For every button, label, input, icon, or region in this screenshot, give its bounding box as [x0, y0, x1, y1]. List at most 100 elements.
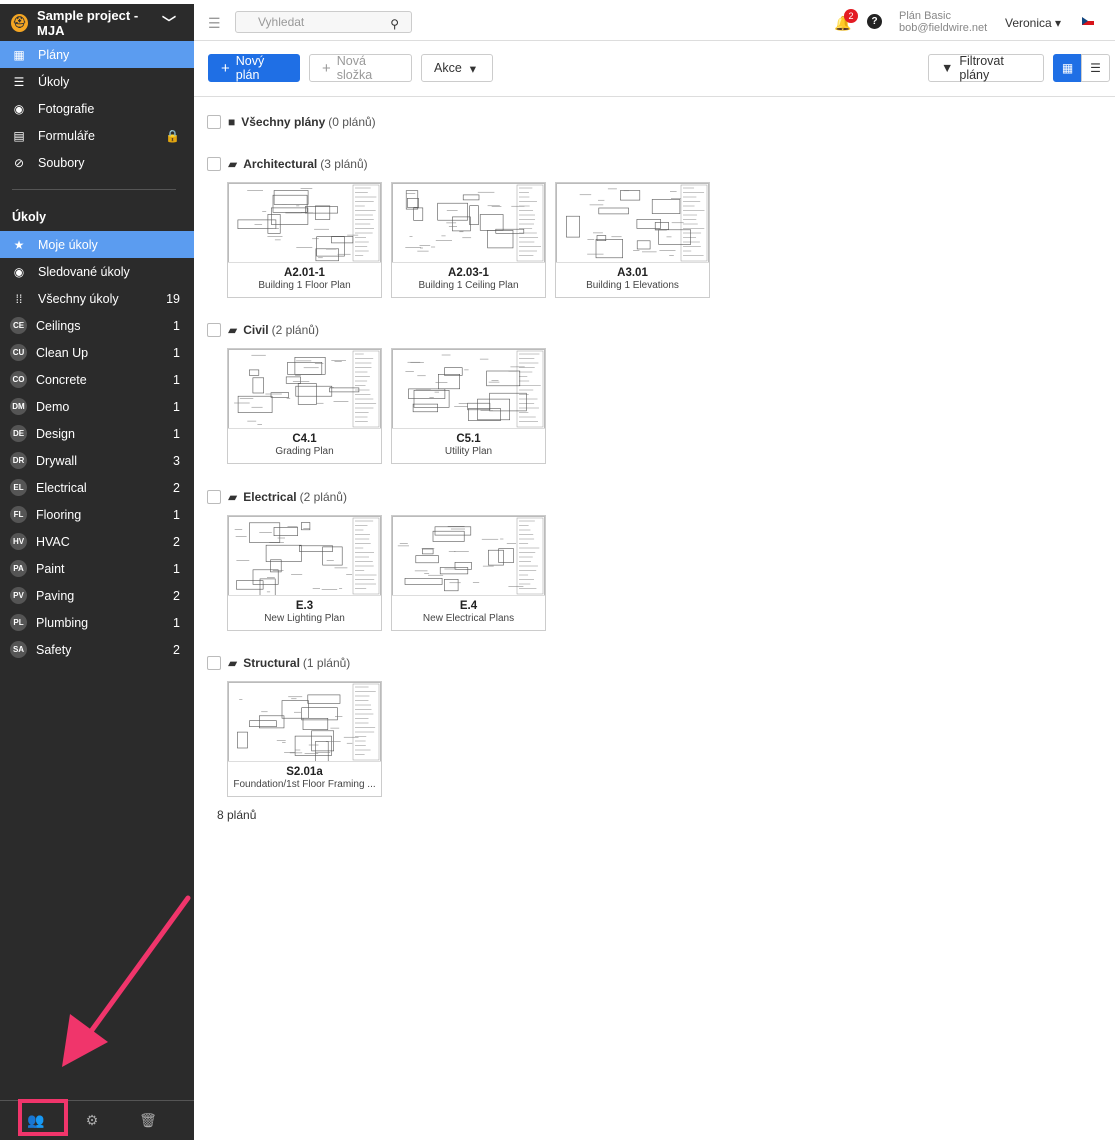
- category-item[interactable]: CE Ceilings 1: [0, 312, 194, 339]
- category-badge: CO: [10, 371, 27, 388]
- plan-thumbnail[interactable]: [556, 183, 709, 263]
- category-label: Design: [36, 426, 75, 441]
- sidebar-item-label: Fotografie: [38, 101, 95, 116]
- task-filter-2[interactable]: ⁞⁞ Všechny úkoly 19: [0, 285, 194, 312]
- category-count: 1: [173, 318, 180, 333]
- help-icon[interactable]: ?: [867, 14, 882, 29]
- category-item[interactable]: PA Paint 1: [0, 555, 194, 582]
- plan-thumbnail[interactable]: [392, 349, 545, 429]
- plan-card[interactable]: A2.01-1 Building 1 Floor Plan: [227, 182, 382, 298]
- plan-card[interactable]: E.4 New Electrical Plans: [391, 515, 546, 631]
- plans-icon: ▦: [13, 47, 25, 62]
- plan-card[interactable]: A3.01 Building 1 Elevations: [555, 182, 710, 298]
- sidebar-item-4[interactable]: ⊘ Soubory: [0, 149, 194, 176]
- user-email: bob@fieldwire.net: [899, 22, 988, 34]
- plan-title: Building 1 Ceiling Plan: [418, 280, 519, 291]
- category-item[interactable]: PV Paving 2: [0, 582, 194, 609]
- category-badge: CE: [10, 317, 27, 334]
- category-item[interactable]: SA Safety 2: [0, 636, 194, 663]
- folder-open-icon: ▰: [228, 656, 238, 670]
- eye-icon: ◉: [13, 264, 25, 279]
- filter-icon: ▼: [941, 61, 954, 75]
- plan-thumbnail[interactable]: [228, 183, 381, 263]
- sidebar-item-1[interactable]: ☰ Úkoly: [0, 68, 194, 95]
- plan-code: S2.01a: [286, 766, 323, 778]
- folder-name: Structural: [243, 656, 300, 670]
- category-badge: HV: [10, 533, 27, 550]
- plan-code: E.3: [295, 600, 314, 612]
- plan-thumbnail[interactable]: [228, 682, 381, 762]
- grid-icon: ⁞⁞: [15, 291, 23, 306]
- folder-checkbox[interactable]: [207, 157, 221, 171]
- sidebar-item-2[interactable]: ◉ Fotografie: [0, 95, 194, 122]
- annotation-highlight-box: [18, 1099, 68, 1136]
- new-plan-button[interactable]: + Nový plán: [208, 54, 300, 82]
- sidebar-item-3[interactable]: ▤ Formuláře 🔒: [0, 122, 194, 149]
- plan-thumbnail[interactable]: [392, 516, 545, 596]
- plan-card[interactable]: A2.03-1 Building 1 Ceiling Plan: [391, 182, 546, 298]
- sidebar-item-label: Soubory: [38, 155, 85, 170]
- project-selector[interactable]: ⛑ Sample project - MJA ﹀: [0, 4, 194, 41]
- category-item[interactable]: DR Drywall 3: [0, 447, 194, 474]
- plan-card[interactable]: C4.1 Grading Plan: [227, 348, 382, 464]
- menu-icon[interactable]: ☰: [208, 15, 221, 32]
- category-label: Drywall: [36, 453, 77, 468]
- category-item[interactable]: PL Plumbing 1: [0, 609, 194, 636]
- folder-row[interactable]: ▰ Architectural (3 plánů): [207, 156, 368, 172]
- task-filter-1[interactable]: ◉ Sledované úkoly: [0, 258, 194, 285]
- folder-row[interactable]: ▰ Structural (1 plánů): [207, 655, 350, 671]
- folder-name: Architectural: [243, 157, 318, 171]
- actions-dropdown[interactable]: Akce ▾: [421, 54, 493, 82]
- category-item[interactable]: DM Demo 1: [0, 393, 194, 420]
- category-label: Plumbing: [36, 615, 89, 630]
- new-folder-button[interactable]: + Nová složka: [309, 54, 412, 82]
- category-label: Electrical: [36, 480, 87, 495]
- category-label: Paving: [36, 588, 75, 603]
- notification-badge: 2: [844, 9, 858, 23]
- plan-card[interactable]: E.3 New Lighting Plan: [227, 515, 382, 631]
- folder-checkbox[interactable]: [207, 115, 221, 129]
- bell-icon[interactable]: 🔔 2: [834, 9, 858, 32]
- category-badge: DE: [10, 425, 27, 442]
- gear-icon[interactable]: ⚙: [81, 1112, 103, 1129]
- folder-count: (1 plánů): [302, 656, 351, 670]
- folder-icon: ■: [228, 115, 236, 129]
- actions-label: Akce: [434, 61, 462, 75]
- sidebar-item-label: Plány: [38, 47, 70, 62]
- folder-checkbox[interactable]: [207, 490, 221, 504]
- folder-row[interactable]: ▰ Civil (2 plánů): [207, 322, 319, 338]
- filter-plans-button[interactable]: ▼ Filtrovat plány: [928, 54, 1044, 82]
- category-count: 1: [173, 507, 180, 522]
- language-flag-icon[interactable]: [1082, 17, 1094, 25]
- category-item[interactable]: CO Concrete 1: [0, 366, 194, 393]
- sidebar-item-0[interactable]: ▦ Plány: [0, 41, 194, 68]
- plan-thumbnail[interactable]: [228, 349, 381, 429]
- category-item[interactable]: EL Electrical 2: [0, 474, 194, 501]
- plan-card[interactable]: S2.01a Foundation/1st Floor Framing ...: [227, 681, 382, 797]
- category-label: HVAC: [36, 534, 70, 549]
- plan-thumbnail[interactable]: [228, 516, 381, 596]
- plan-thumbnail[interactable]: [392, 183, 545, 263]
- plan-code: A2.01-1: [284, 267, 325, 279]
- user-menu[interactable]: Veronica ▾: [1005, 16, 1061, 30]
- search-input[interactable]: Vyhledat ⚲: [235, 11, 412, 33]
- category-item[interactable]: CU Clean Up 1: [0, 339, 194, 366]
- folder-row[interactable]: ▰ Electrical (2 plánů): [207, 489, 347, 505]
- folder-row[interactable]: ■ Všechny plány (0 plánů): [207, 114, 376, 130]
- list-view-button[interactable]: ☰: [1081, 54, 1110, 82]
- task-filter-0[interactable]: ★ Moje úkoly: [0, 231, 194, 258]
- category-item[interactable]: HV HVAC 2: [0, 528, 194, 555]
- plan-info: Plán Basic bob@fieldwire.net: [899, 10, 987, 34]
- grid-view-button[interactable]: ▦: [1053, 54, 1082, 82]
- category-item[interactable]: DE Design 1: [0, 420, 194, 447]
- folder-checkbox[interactable]: [207, 323, 221, 337]
- category-badge: SA: [10, 641, 27, 658]
- plan-card[interactable]: C5.1 Utility Plan: [391, 348, 546, 464]
- folder-open-icon: ▰: [228, 157, 238, 171]
- project-name: Sample project - MJA: [37, 7, 139, 38]
- folder-checkbox[interactable]: [207, 656, 221, 670]
- category-item[interactable]: FL Flooring 1: [0, 501, 194, 528]
- task-filter-label: Sledované úkoly: [38, 264, 130, 279]
- category-badge: EL: [10, 479, 27, 496]
- trash-icon[interactable]: 🗑: [137, 1112, 159, 1129]
